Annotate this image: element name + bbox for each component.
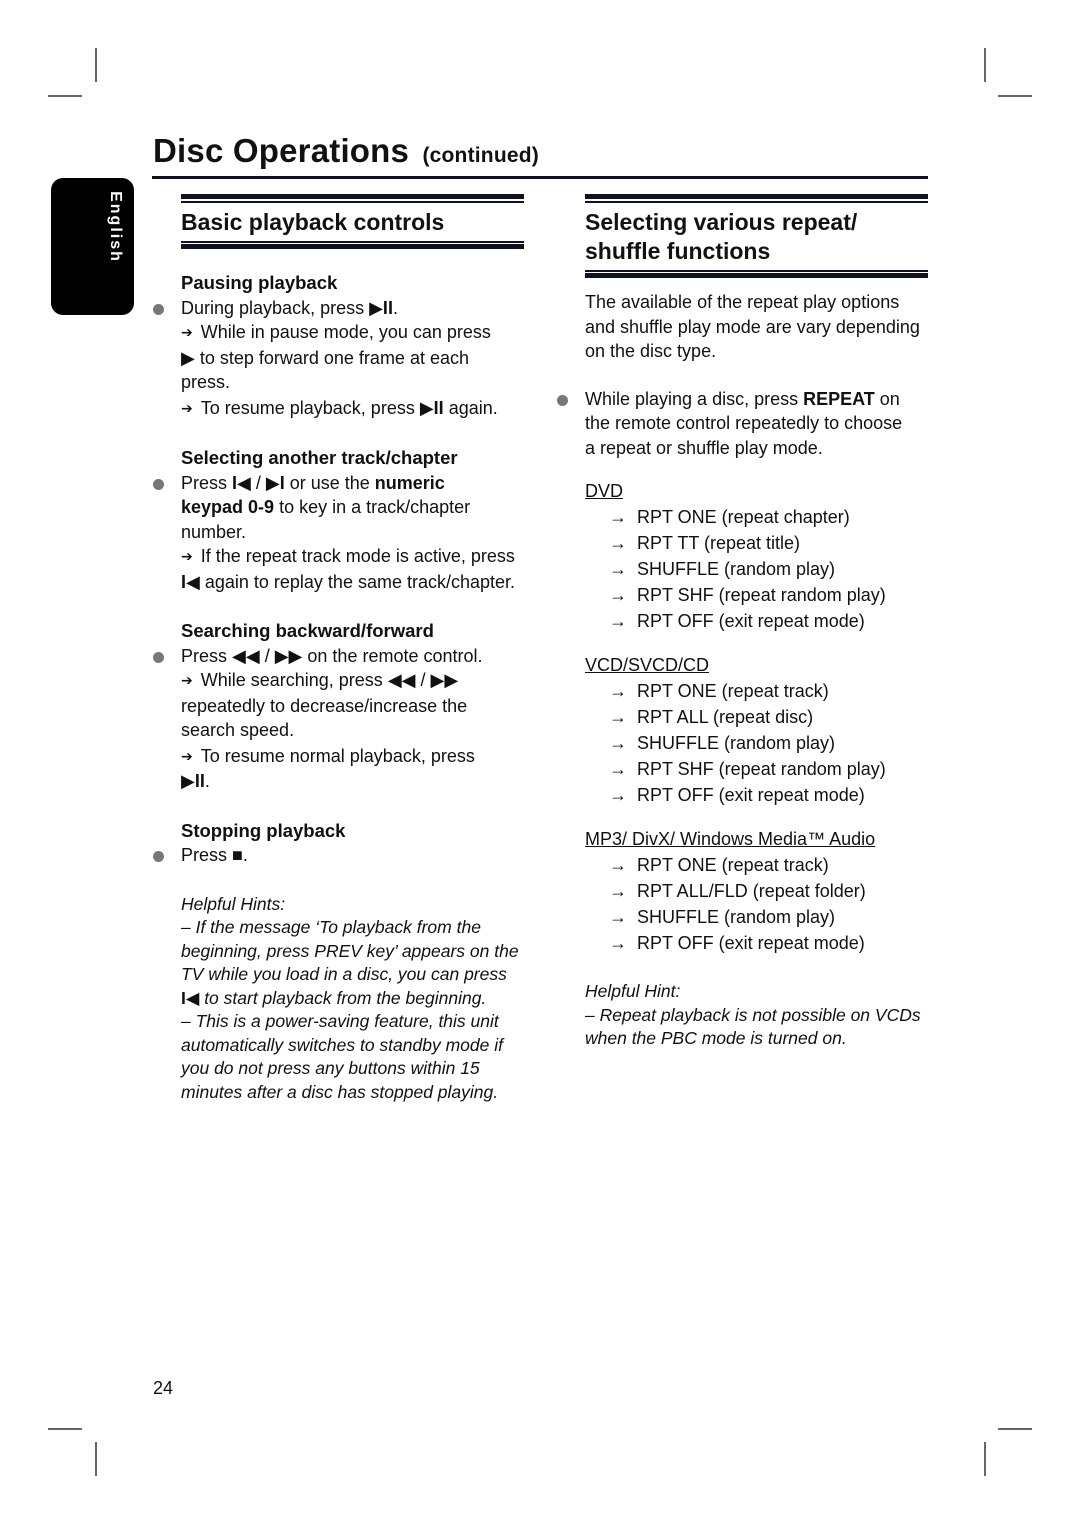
play-pause-icon: ▶II bbox=[181, 771, 205, 791]
fast-forward-icon: ▶▶ bbox=[430, 670, 459, 690]
disc-group-vcd: VCD/SVCD/CD RPT ONE (repeat track) RPT A… bbox=[585, 652, 935, 808]
disc-group-dvd: DVD RPT ONE (repeat chapter) RPT TT (rep… bbox=[585, 478, 935, 634]
subheading-stop: Stopping playback bbox=[181, 819, 346, 841]
repeat-option: RPT SHF (repeat random play) bbox=[585, 582, 935, 608]
result-note: To resume normal playback, press bbox=[181, 744, 531, 770]
right-column: The available of the repeat play options… bbox=[557, 290, 935, 1051]
hints-title: Helpful Hints: bbox=[181, 893, 286, 914]
play-pause-icon: ▶II bbox=[369, 297, 393, 318]
result-note: To resume playback, press ▶II again. bbox=[181, 396, 531, 422]
repeat-option: RPT ALL/FLD (repeat folder) bbox=[585, 878, 935, 904]
subheading-pausing: Pausing playback bbox=[181, 272, 338, 293]
crop-mark bbox=[95, 48, 97, 82]
repeat-option: SHUFFLE (random play) bbox=[585, 730, 935, 756]
section-heading-repeat-shuffle: Selecting various repeat/ shuffle functi… bbox=[585, 209, 858, 264]
disc-type-label: VCD/SVCD/CD bbox=[585, 655, 710, 675]
fast-forward-icon: ▶▶ bbox=[274, 645, 303, 666]
crop-mark bbox=[48, 1428, 82, 1430]
page-title-text: Disc Operations bbox=[153, 132, 410, 169]
previous-icon: I◀ bbox=[181, 987, 200, 1008]
repeat-option: RPT SHF (repeat random play) bbox=[585, 756, 935, 782]
intro-text: The available of the repeat play options bbox=[585, 292, 900, 312]
repeat-option: RPT OFF (exit repeat mode) bbox=[585, 930, 935, 956]
helpful-hints: Helpful Hints: – If the message ‘To play… bbox=[181, 893, 531, 1105]
disc-type-label: MP3/ DivX/ Windows Media™ Audio bbox=[585, 829, 876, 849]
bullet-item: Press I◀ / ▶I or use the numeric keypad … bbox=[153, 471, 531, 545]
repeat-option: RPT ONE (repeat track) bbox=[585, 852, 935, 878]
disc-type-label: DVD bbox=[585, 481, 624, 501]
next-icon: ▶I bbox=[265, 472, 285, 493]
previous-icon: I◀ bbox=[232, 472, 251, 493]
language-tab-label: English bbox=[106, 190, 124, 263]
page-title: Disc Operations (continued) bbox=[153, 132, 539, 170]
section-rule-bottom bbox=[181, 241, 524, 251]
section-rule-top bbox=[585, 194, 928, 204]
repeat-option: RPT TT (repeat title) bbox=[585, 530, 935, 556]
bullet-dot bbox=[153, 478, 164, 490]
bullet-dot bbox=[557, 394, 568, 406]
result-note: If the repeat track mode is active, pres… bbox=[181, 544, 531, 570]
crop-mark bbox=[984, 48, 986, 82]
page-title-suffix: (continued) bbox=[422, 144, 539, 167]
result-note: While in pause mode, you can press bbox=[181, 320, 531, 346]
crop-mark bbox=[998, 1428, 1032, 1430]
page-number: 24 bbox=[153, 1378, 174, 1398]
bullet-item: While playing a disc, press REPEAT on th… bbox=[557, 387, 935, 461]
section-heading-basic-playback: Basic playback controls bbox=[181, 209, 445, 235]
title-rule bbox=[152, 176, 928, 179]
repeat-option: RPT ALL (repeat disc) bbox=[585, 704, 935, 730]
crop-mark bbox=[95, 1442, 97, 1476]
crop-mark bbox=[984, 1442, 986, 1476]
repeat-option: RPT ONE (repeat track) bbox=[585, 678, 935, 704]
repeat-option: RPT ONE (repeat chapter) bbox=[585, 504, 935, 530]
rewind-icon: ◀◀ bbox=[232, 645, 260, 666]
subheading-search: Searching backward/forward bbox=[181, 620, 434, 641]
bullet-dot bbox=[153, 303, 164, 315]
section-rule-top bbox=[181, 194, 524, 204]
repeat-option: RPT OFF (exit repeat mode) bbox=[585, 782, 935, 808]
crop-mark bbox=[998, 95, 1032, 97]
bullet-dot bbox=[153, 851, 164, 862]
bullet-item: During playback, press ▶II. bbox=[153, 296, 531, 321]
previous-icon: I◀ bbox=[181, 571, 200, 592]
play-pause-icon: ▶II bbox=[419, 397, 444, 418]
crop-mark bbox=[48, 95, 82, 97]
repeat-option: SHUFFLE (random play) bbox=[585, 904, 935, 930]
subheading-track-chapter: Selecting another track/chapter bbox=[181, 447, 458, 468]
bullet-item: Press ■. bbox=[153, 843, 531, 868]
left-column: Pausing playback During playback, press … bbox=[153, 271, 531, 1105]
disc-group-mp3: MP3/ DivX/ Windows Media™ Audio RPT ONE … bbox=[585, 826, 935, 956]
hint-title: Helpful Hint: bbox=[585, 981, 681, 1001]
helpful-hint: Helpful Hint: – Repeat playback is not p… bbox=[585, 980, 935, 1051]
bullet-dot bbox=[153, 651, 164, 663]
repeat-option: SHUFFLE (random play) bbox=[585, 556, 935, 582]
bullet-item: Press ◀◀ / ▶▶ on the remote control. bbox=[153, 644, 531, 669]
section-rule-bottom bbox=[585, 270, 928, 280]
stop-icon: ■ bbox=[232, 845, 243, 865]
rewind-icon: ◀◀ bbox=[387, 670, 416, 690]
language-tab: English bbox=[51, 178, 134, 315]
play-icon: ▶ bbox=[181, 347, 195, 368]
result-note: While searching, press ◀◀ / ▶▶ bbox=[181, 668, 531, 694]
repeat-option: RPT OFF (exit repeat mode) bbox=[585, 608, 935, 634]
